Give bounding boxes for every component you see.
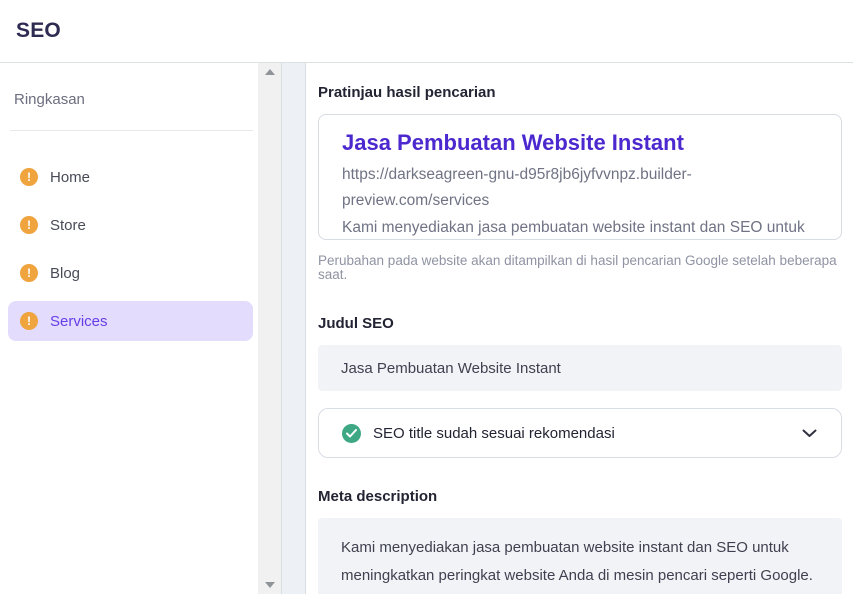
seo-panel: SEO Ringkasan ! Home ! Store ! Blog [0,0,853,594]
sidebar-item-home[interactable]: ! Home [8,157,253,197]
warning-icon: ! [20,312,38,330]
sidebar-item-label: Store [50,217,86,234]
preview-title: Jasa Pembuatan Website Instant [342,130,818,156]
sidebar-item-store[interactable]: ! Store [8,205,253,245]
preview-url: https://darkseagreen-gnu-d95r8jb6jyfvvnp… [342,162,818,214]
meta-description-textarea[interactable]: Kami menyediakan jasa pembuatan website … [318,518,842,594]
sidebar-item-services[interactable]: ! Services [8,301,253,341]
sidebar: Ringkasan ! Home ! Store ! Blog ! Servic… [0,63,258,594]
preview-note: Perubahan pada website akan ditampilkan … [318,254,842,282]
seo-title-label: Judul SEO [318,315,842,332]
chevron-down-icon [802,429,818,438]
sidebar-item-label: Home [50,169,90,186]
sidebar-item-blog[interactable]: ! Blog [8,253,253,293]
search-result-preview-card: Jasa Pembuatan Website Instant https://d… [318,114,842,240]
warning-icon: ! [20,264,38,282]
seo-title-input[interactable] [318,345,842,391]
sidebar-nav: ! Home ! Store ! Blog ! Services [0,131,258,341]
panel-gutter [281,63,306,594]
scrollbar-down-icon[interactable] [265,582,275,588]
check-circle-icon [342,424,361,443]
warning-icon: ! [20,216,38,234]
content-area: Pratinjau hasil pencarian Jasa Pembuatan… [306,63,853,594]
panel-header: SEO [0,0,853,63]
page-title: SEO [16,19,61,43]
meta-description-label: Meta description [318,488,842,505]
status-message: SEO title sudah sesuai rekomendasi [373,425,802,442]
main-region: Ringkasan ! Home ! Store ! Blog ! Servic… [0,63,853,594]
scrollbar-up-icon[interactable] [265,69,275,75]
preview-section-heading: Pratinjau hasil pencarian [318,84,842,101]
warning-icon: ! [20,168,38,186]
sidebar-item-label: Blog [50,265,80,282]
seo-title-status-accordion[interactable]: SEO title sudah sesuai rekomendasi [318,408,842,458]
sidebar-item-label: Services [50,313,108,330]
sidebar-overview-label[interactable]: Ringkasan [0,91,258,130]
preview-description: Kami menyediakan jasa pembuatan website … [342,214,812,240]
vertical-scrollbar[interactable] [258,63,281,594]
